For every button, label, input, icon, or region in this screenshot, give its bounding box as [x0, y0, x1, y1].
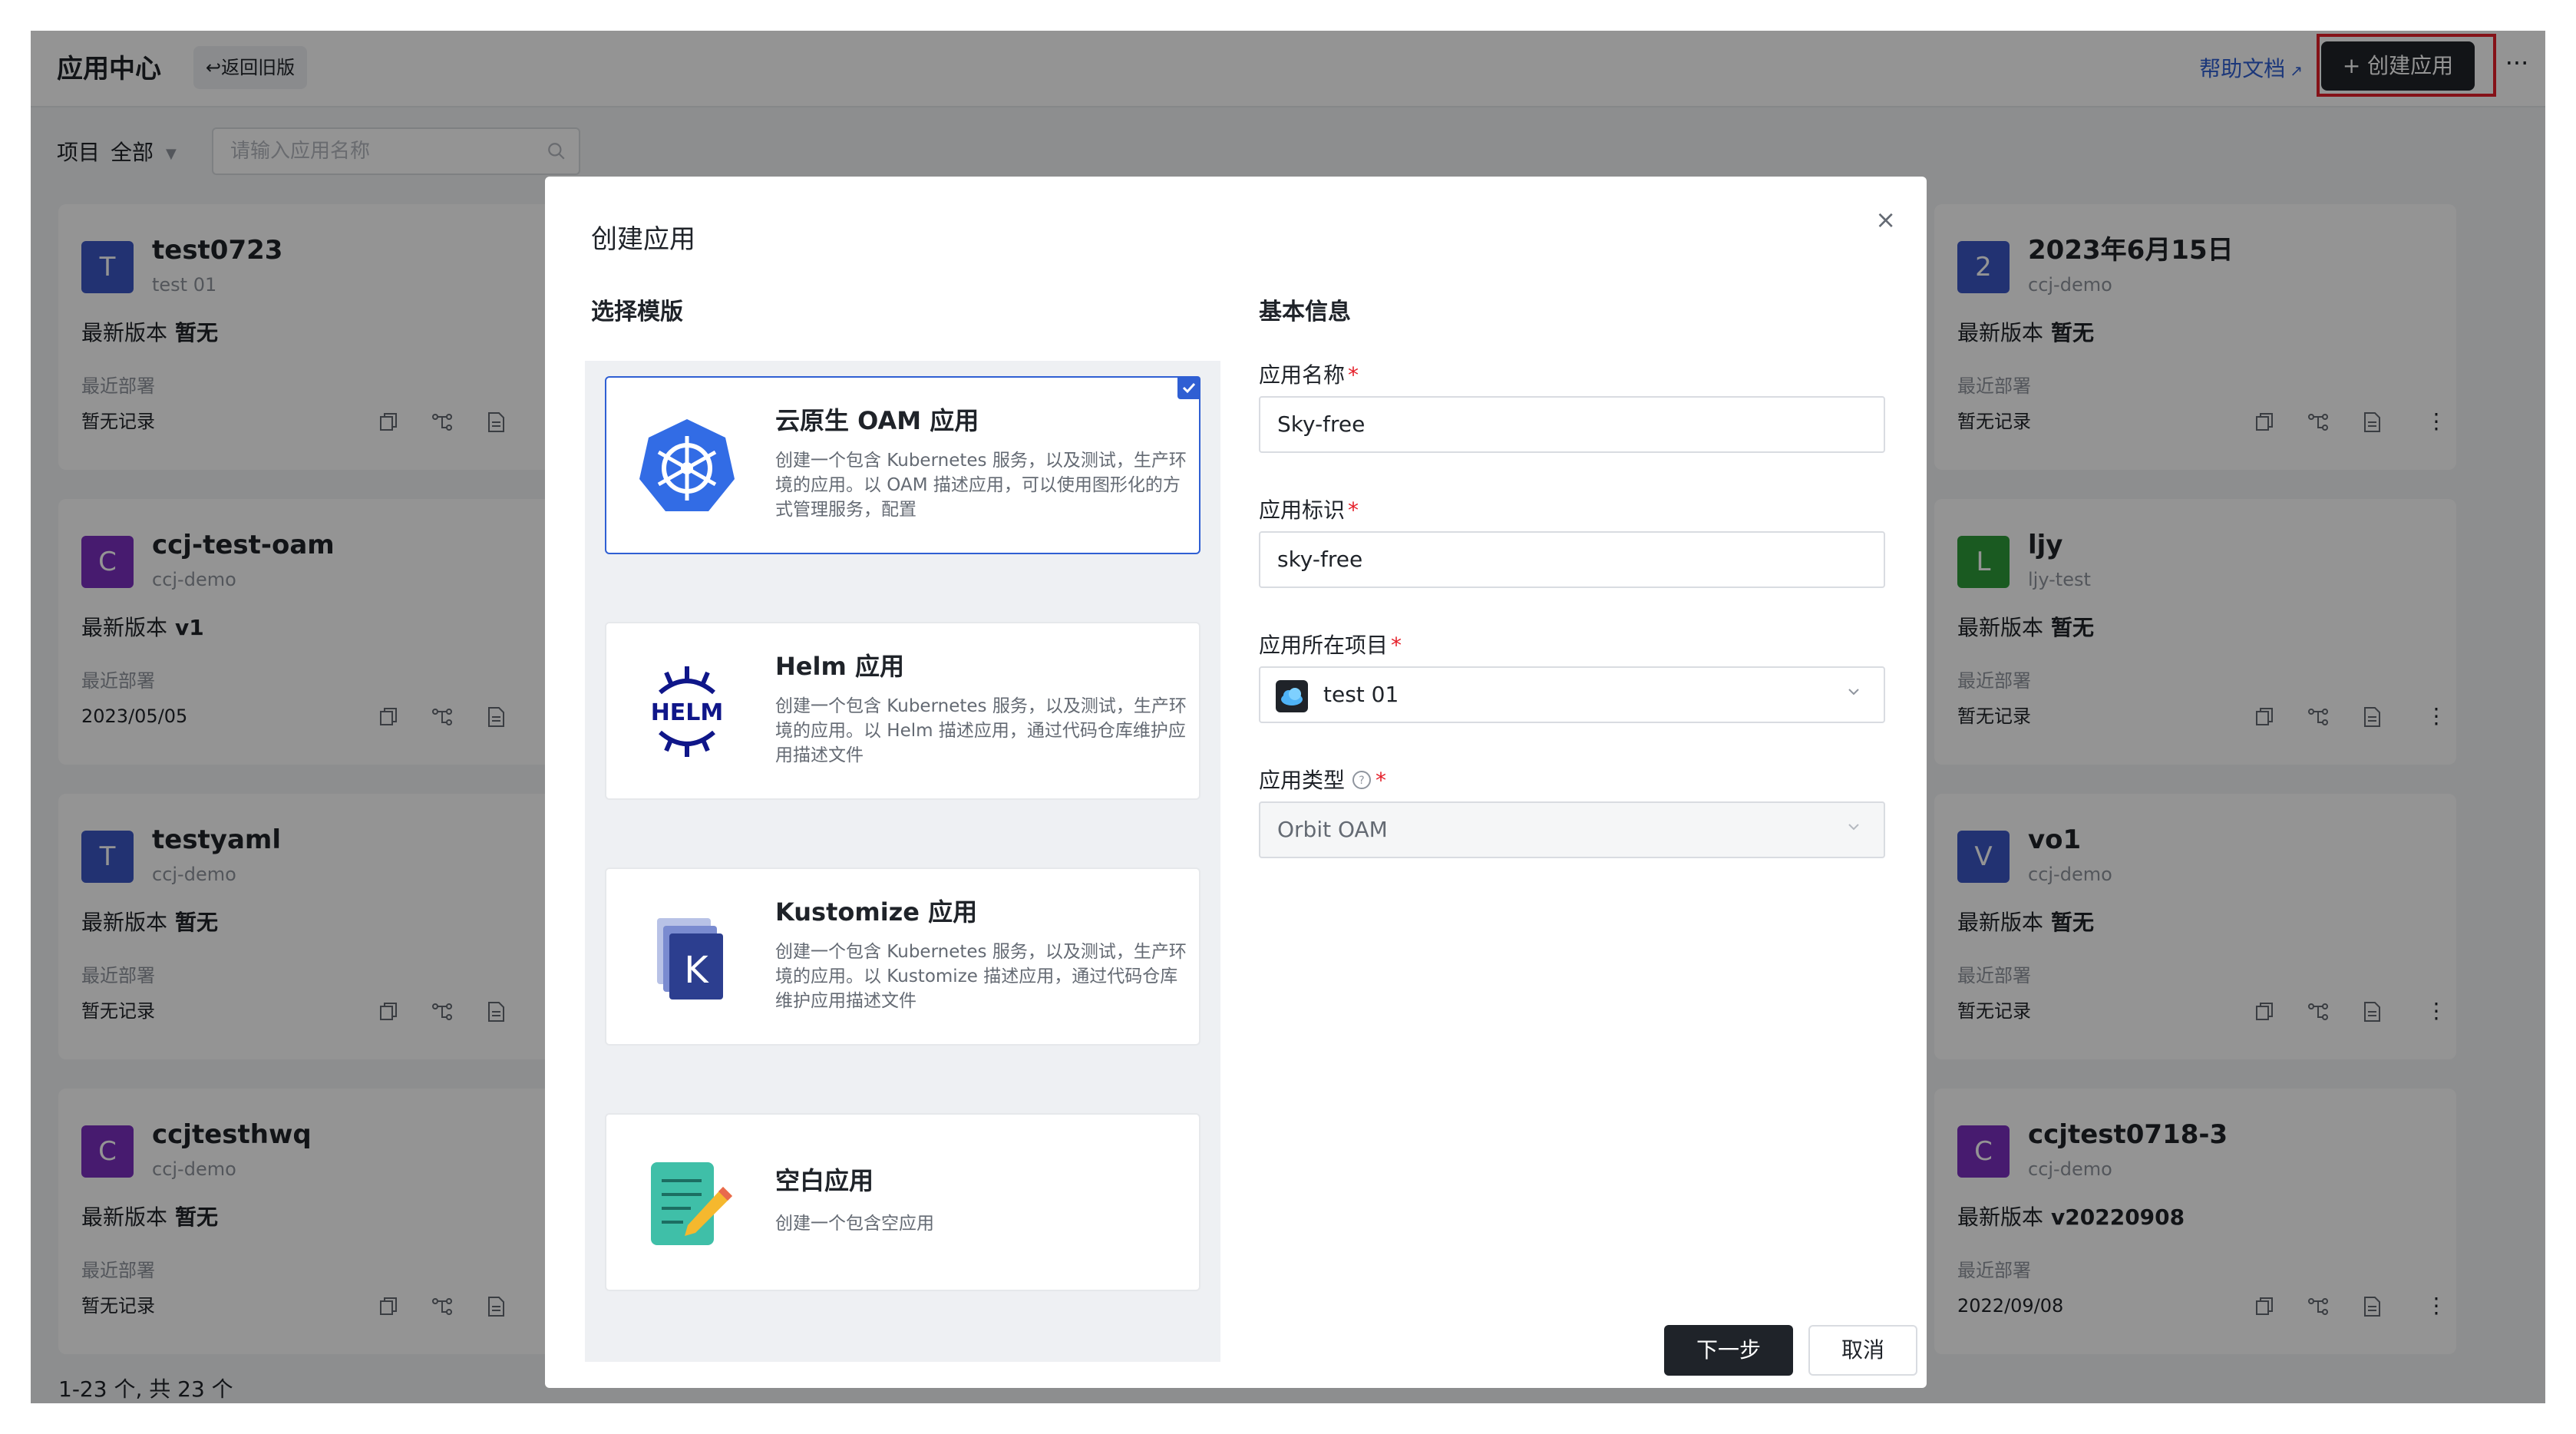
- helm-icon: HELM: [651, 666, 724, 757]
- template-description: 创建一个包含 Kubernetes 服务，以及测试，生产环境的应用。以 Helm…: [775, 696, 1187, 765]
- template-kustomize[interactable]: K Kustomize 应用 创建一个包含 Kubernetes 服务，以及测试…: [605, 867, 1200, 1046]
- svg-text:?: ?: [1359, 775, 1364, 787]
- template-name: Helm 应用: [775, 652, 904, 681]
- template-description: 创建一个包含 Kubernetes 服务，以及测试，生产环境的应用。以 Kust…: [775, 942, 1187, 1011]
- app-type-label: 应用类型? *: [1259, 768, 1387, 793]
- template-blank[interactable]: 空白应用 创建一个包含空应用: [605, 1113, 1200, 1291]
- blank-app-icon: [651, 1162, 732, 1245]
- app-type-value: Orbit OAM: [1277, 817, 1388, 842]
- required-mark: *: [1348, 497, 1359, 523]
- required-mark: *: [1376, 768, 1387, 793]
- svg-text:HELM: HELM: [651, 699, 724, 726]
- app-id-input[interactable]: sky-free: [1259, 531, 1885, 588]
- app-name-label: 应用名称 *: [1259, 362, 1359, 388]
- template-name: 空白应用: [775, 1166, 874, 1195]
- app-project-value: test 01: [1323, 682, 1399, 707]
- create-app-dialog: 创建应用 × 选择模版 基本信息 云原生 OAM 应用 创建一个包含 Kuber…: [545, 177, 1927, 1388]
- kustomize-icon: K: [657, 918, 723, 1000]
- template-list: 云原生 OAM 应用 创建一个包含 Kubernetes 服务，以及测试，生产环…: [585, 361, 1220, 1362]
- template-description: 创建一个包含空应用: [775, 1214, 934, 1234]
- template-helm[interactable]: HELM Helm 应用 创建一个包含 Kubernetes 服务，以及测试，生…: [605, 622, 1200, 800]
- app-project-label: 应用所在项目 *: [1259, 633, 1402, 658]
- app-name-value: Sky-free: [1277, 411, 1366, 437]
- cloud-icon: [1276, 680, 1308, 712]
- next-step-button[interactable]: 下一步: [1664, 1325, 1793, 1376]
- kubernetes-icon: [639, 419, 735, 511]
- help-circle-icon[interactable]: ?: [1351, 769, 1372, 791]
- basic-info-section-title: 基本信息: [1259, 299, 1351, 325]
- cancel-button[interactable]: 取消: [1808, 1325, 1917, 1376]
- chevron-down-icon: [1848, 824, 1859, 831]
- app-name-input[interactable]: Sky-free: [1259, 396, 1885, 453]
- app-id-label: 应用标识 *: [1259, 497, 1359, 523]
- dialog-title: 创建应用: [591, 224, 695, 255]
- template-name: Kustomize 应用: [775, 897, 978, 927]
- required-mark: *: [1348, 362, 1359, 388]
- app-id-value: sky-free: [1277, 547, 1363, 572]
- selected-check-icon: [1177, 376, 1200, 399]
- svg-text:K: K: [684, 949, 709, 992]
- app-type-select[interactable]: Orbit OAM: [1259, 801, 1885, 858]
- app-window: 应用中心 ↩返回旧版 帮助文档 ↗ + 创建应用 ··· 项目 全部 ▼ 请输入应…: [31, 31, 2545, 1403]
- template-description: 创建一个包含 Kubernetes 服务，以及测试，生产环境的应用。以 OAM …: [775, 451, 1187, 520]
- template-section-title: 选择模版: [591, 299, 683, 325]
- close-icon[interactable]: ×: [1875, 200, 1896, 240]
- chevron-down-icon: [1848, 689, 1859, 696]
- required-mark: *: [1391, 633, 1402, 658]
- app-project-select[interactable]: test 01: [1259, 666, 1885, 723]
- template-oam[interactable]: 云原生 OAM 应用 创建一个包含 Kubernetes 服务，以及测试，生产环…: [605, 376, 1200, 554]
- template-name: 云原生 OAM 应用: [775, 406, 979, 435]
